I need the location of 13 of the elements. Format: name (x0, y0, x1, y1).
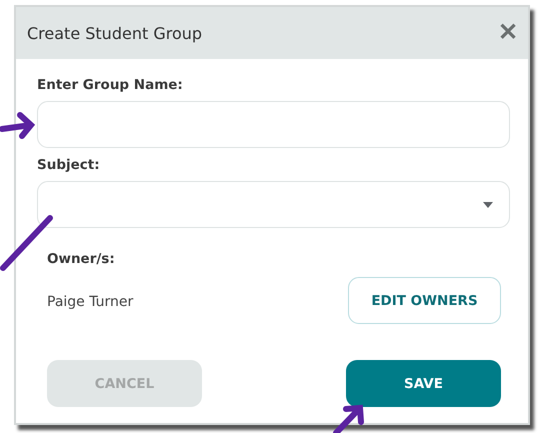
save-button[interactable]: SAVE (346, 360, 501, 407)
group-name-field[interactable] (37, 101, 510, 148)
owners-label: Owner/s: (47, 251, 115, 267)
dialog-title: Create Student Group (27, 24, 202, 42)
owner-name: Paige Turner (47, 294, 134, 310)
caret-icon (483, 202, 493, 208)
close-button[interactable]: ✕ (498, 21, 518, 45)
annotation-arrow (332, 403, 366, 433)
field-label: Subject: (37, 157, 101, 173)
annotation-arrow (0, 110, 36, 140)
field-label: Enter Group Name: (37, 77, 184, 93)
edit-owners-button[interactable]: EDIT OWNERS (348, 277, 501, 324)
subject-dropdown[interactable] (37, 181, 510, 228)
